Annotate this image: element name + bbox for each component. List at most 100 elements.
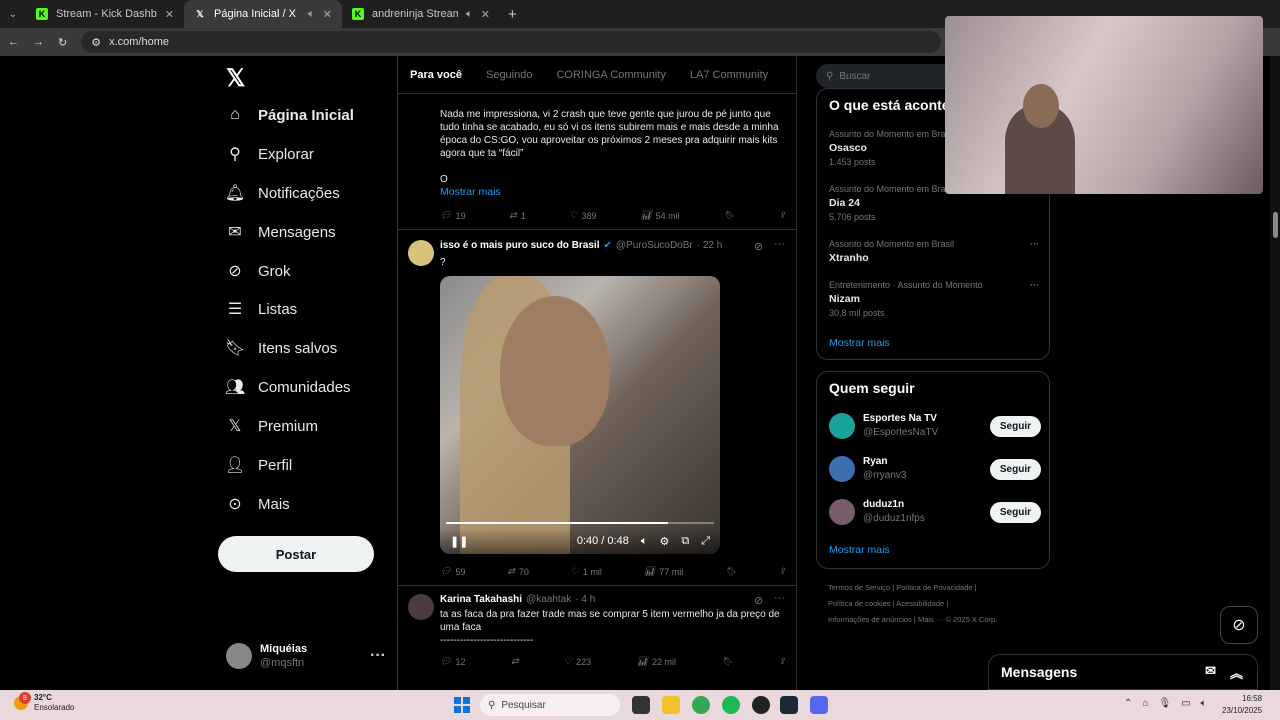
like-button[interactable]: ♡ 1 mil [571, 566, 602, 577]
chevron-up-icon[interactable]: ⌃ [1124, 698, 1132, 709]
mic-icon[interactable]: 🎙︎ [1158, 698, 1171, 709]
author-handle[interactable]: @PuroSucoDoBr [616, 240, 693, 251]
show-more-link[interactable]: Mostrar mais [440, 186, 790, 199]
spotify-icon[interactable] [722, 696, 740, 714]
tweet-time[interactable]: · 4 h [575, 594, 595, 605]
forward-arrow-icon[interactable]: → [33, 36, 44, 48]
trend-item[interactable]: Entretenimento · Assunto do Momento Niza… [829, 278, 1039, 320]
sidebar-item-profile[interactable]: 👤︎ Perfil [225, 456, 292, 475]
tweet[interactable]: isso é o mais puro suco do Brasil ✔ @Pur… [398, 230, 796, 586]
follow-suggestion[interactable]: Esportes Na TV @EsportesNaTV Seguir [829, 412, 1041, 440]
url-field[interactable]: ⚙︎ x.com/home [81, 31, 942, 53]
video-seek-bar[interactable] [446, 522, 714, 524]
tab-for-you[interactable]: Para você [410, 69, 462, 81]
x-logo-icon[interactable]: 𝕏 [226, 64, 245, 93]
tab-andreninja-stream[interactable]: K andreninja Stream - Watch 🔈︎ ✕ [342, 0, 500, 28]
task-view-icon[interactable] [632, 696, 650, 714]
back-arrow-icon[interactable]: ← [8, 36, 19, 48]
follow-button[interactable]: Seguir [989, 458, 1041, 480]
footer-link[interactable]: Acessibilidade [896, 599, 944, 608]
video-player[interactable]: ❚❚ 0:40 / 0:48 🔈︎ ⚙︎ ⧉ ⤢ [440, 276, 720, 554]
display-icon[interactable]: ▭ [1181, 698, 1190, 709]
follow-suggestion[interactable]: duduz1n @duduz1nfps Seguir [829, 498, 1041, 526]
sidebar-item-notifications[interactable]: 🔔︎ Notificações [225, 184, 340, 203]
clock[interactable]: 16:58 23/10/2025 [1222, 693, 1262, 717]
expand-chevron-icon[interactable]: ︽ [1230, 663, 1243, 682]
more-dots-icon[interactable]: ··· [1030, 278, 1039, 292]
fullscreen-icon[interactable]: ⤢ [701, 535, 710, 548]
repost-button[interactable]: ⇄ [511, 656, 519, 667]
network-icon[interactable]: ⌂ [1142, 698, 1148, 709]
grok-icon[interactable]: ⊘ [754, 594, 763, 607]
chrome-icon[interactable] [692, 696, 710, 714]
post-button[interactable]: Postar [218, 536, 374, 572]
tweet[interactable]: Nada me impressiona, vi 2 crash que teve… [398, 94, 796, 230]
sidebar-item-premium[interactable]: 𝕏 Premium [226, 417, 318, 436]
author-name[interactable]: isso é o mais puro suco do Brasil [440, 240, 600, 251]
footer-link[interactable]: Mais ··· [918, 615, 943, 624]
windows-start-icon[interactable] [454, 697, 470, 713]
bookmark-button[interactable]: 🔖︎ [725, 566, 736, 577]
share-button[interactable]: ⇪ [778, 656, 786, 667]
sidebar-item-more[interactable]: ⊙ Mais [226, 495, 289, 514]
tab-search-icon[interactable]: ⌄ [0, 0, 26, 28]
bookmark-button[interactable]: 🔖︎ [722, 656, 733, 667]
grok-fab-button[interactable]: ⊘ [1220, 606, 1258, 644]
show-more-link[interactable]: Mostrar mais [829, 337, 890, 349]
scrollbar-thumb[interactable] [1273, 212, 1278, 238]
more-dots-icon[interactable]: ··· [1030, 237, 1039, 251]
tab-coringa-community[interactable]: CORINGA Community [556, 69, 665, 81]
footer-link[interactable]: Informações de anúncios [828, 615, 912, 624]
messages-drawer[interactable]: Mensagens ✉ ︽ [988, 654, 1258, 690]
follow-suggestion[interactable]: Ryan @rryanv3 Seguir [829, 455, 1041, 483]
like-button[interactable]: ♡ 223 [564, 656, 591, 667]
footer-link[interactable]: Política de cookies [828, 599, 891, 608]
footer-link[interactable]: Termos de Serviço [828, 583, 890, 592]
avatar[interactable] [408, 240, 434, 266]
close-icon[interactable]: ✕ [481, 8, 490, 21]
grok-icon[interactable]: ⊘ [754, 240, 763, 253]
pip-icon[interactable]: ⧉ [681, 535, 689, 548]
volume-icon[interactable]: 🔈︎ [1201, 698, 1207, 709]
author-handle[interactable]: @kaahtak [526, 594, 571, 605]
speaker-icon[interactable]: 🔈︎ [308, 8, 315, 21]
more-dots-icon[interactable]: ··· [370, 647, 386, 665]
tab-following[interactable]: Seguindo [486, 69, 533, 81]
views-button[interactable]: 📊︎ 77 mil [644, 566, 683, 577]
new-tab-plus-icon[interactable]: + [500, 6, 517, 23]
speaker-icon[interactable]: 🔈︎ [466, 8, 473, 21]
reply-button[interactable]: 💬︎ 19 [440, 210, 465, 221]
bookmark-button[interactable]: 🔖︎ [723, 210, 734, 221]
follow-button[interactable]: Seguir [989, 415, 1041, 437]
sidebar-item-grok[interactable]: ⊘ Grok [226, 262, 290, 281]
reply-button[interactable]: 💬︎ 59 [440, 566, 465, 577]
author-name[interactable]: Karina Takahashi [440, 594, 522, 605]
tab-la7-community[interactable]: LA7 Community [690, 69, 768, 81]
new-message-icon[interactable]: ✉ [1205, 663, 1216, 682]
sidebar-item-messages[interactable]: ✉ Mensagens [226, 223, 335, 242]
steam-icon[interactable] [780, 696, 798, 714]
avatar[interactable] [408, 594, 434, 620]
share-button[interactable]: ⇪ [778, 566, 786, 577]
account-switcher[interactable]: Miquéias @mqsftn ··· [226, 642, 386, 670]
taskbar-search[interactable]: ⚲ Pesquisar [480, 694, 620, 716]
sidebar-item-bookmarks[interactable]: 🔖︎ Itens salvos [225, 339, 337, 358]
discord-icon[interactable] [810, 696, 828, 714]
sidebar-item-communities[interactable]: 👥︎ Comunidades [225, 378, 351, 397]
trend-item[interactable]: Assunto do Momento em Brasil Xtranho ··· [829, 237, 1039, 265]
obs-icon[interactable] [752, 696, 770, 714]
share-button[interactable]: ⇪ [778, 210, 786, 221]
reload-icon[interactable]: ↻ [58, 36, 67, 49]
more-dots-icon[interactable]: ··· [774, 592, 785, 604]
volume-icon[interactable]: 🔈︎ [641, 535, 648, 548]
repost-button[interactable]: ⇄ 1 [509, 210, 526, 221]
close-icon[interactable]: ✕ [165, 8, 174, 21]
repost-button[interactable]: ⇄ 70 [507, 566, 529, 577]
sidebar-item-lists[interactable]: ☰ Listas [226, 300, 297, 319]
sidebar-item-home[interactable]: ⌂ Página Inicial [226, 106, 354, 124]
close-icon[interactable]: ✕ [323, 8, 332, 21]
tweet[interactable]: Karina Takahashi @kaahtak · 4 h ⊘ ··· ta… [398, 586, 796, 686]
tab-kick-dashboard[interactable]: K Stream - Kick Dashboard ✕ [26, 0, 184, 28]
follow-button[interactable]: Seguir [989, 501, 1041, 523]
pause-icon[interactable]: ❚❚ [450, 535, 468, 548]
